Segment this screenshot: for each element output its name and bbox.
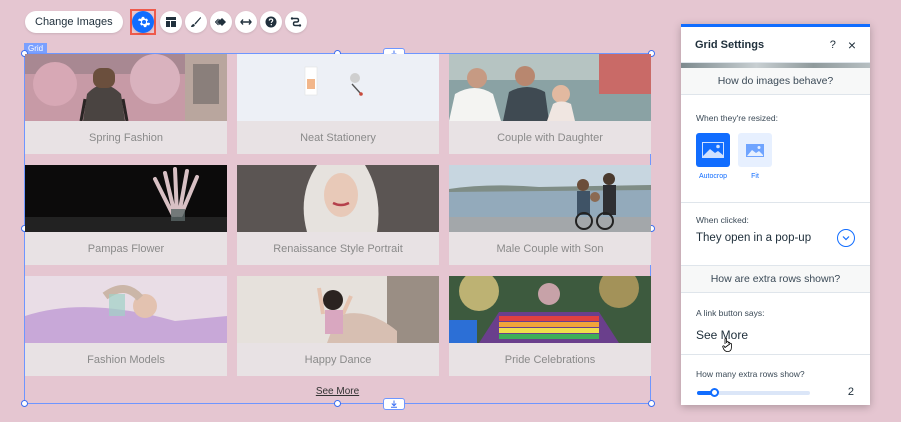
design-button[interactable] xyxy=(184,11,207,33)
grid-item-title: Pride Celebrations xyxy=(504,353,596,366)
resize-behavior-section: When they're resized: Autocrop Fit xyxy=(681,95,870,203)
grid-item-male-couple-with-son[interactable]: Male Couple with Son xyxy=(449,165,651,265)
help-icon[interactable]: ? xyxy=(830,39,836,51)
grid-item-happy-dance[interactable]: Happy Dance xyxy=(237,276,439,376)
resize-handle-bottom-middle[interactable] xyxy=(334,400,341,407)
clicked-dropdown-value: They open in a pop-up xyxy=(696,232,812,244)
grid-item-image xyxy=(449,165,651,232)
pointer-cursor-icon xyxy=(722,337,732,352)
stretch-icon xyxy=(239,19,252,25)
stretch-button[interactable] xyxy=(234,11,257,33)
grid-settings-panel: Grid Settings ? × How do images behave? … xyxy=(681,24,870,405)
link-button-section: A link button says: See More xyxy=(681,293,870,355)
fit-caption: Fit xyxy=(751,173,759,180)
bottom-drag-handle[interactable] xyxy=(383,398,405,410)
grid-item-title: Renaissance Style Portrait xyxy=(273,242,403,255)
section-header-rows: How are extra rows shown? xyxy=(681,266,870,293)
option-fit[interactable]: Fit xyxy=(738,133,772,180)
arrow-down-icon xyxy=(391,400,397,408)
grid-item-couple-with-daughter[interactable]: Couple with Daughter xyxy=(449,54,651,154)
rows-slider-handle[interactable] xyxy=(710,388,719,397)
animation-button[interactable] xyxy=(209,11,232,33)
link-label: A link button says: xyxy=(696,308,765,318)
fit-thumbnail[interactable] xyxy=(738,133,772,167)
grid-item-title: Fashion Models xyxy=(87,353,165,366)
grid-item-title: Neat Stationery xyxy=(300,131,376,144)
link-text-input[interactable]: See More xyxy=(696,328,855,342)
resize-options: Autocrop Fit xyxy=(696,133,855,180)
fit-image-icon xyxy=(746,143,764,157)
autocrop-thumbnail[interactable] xyxy=(696,133,730,167)
panel-title: Grid Settings xyxy=(695,38,765,51)
see-more-link[interactable]: See More xyxy=(24,386,651,397)
grid-item-title: Pampas Flower xyxy=(87,242,165,255)
grid-item-image xyxy=(237,54,439,121)
grid-item-image xyxy=(25,165,227,232)
grid-item-title: Spring Fashion xyxy=(89,131,163,144)
close-icon[interactable]: × xyxy=(848,37,856,53)
resize-handle-bottom-right[interactable] xyxy=(648,400,655,407)
extra-rows-section: How many extra rows show? 2 xyxy=(681,355,870,410)
grid-item-title: Male Couple with Son xyxy=(496,242,604,255)
element-toolbar: Change Images xyxy=(25,9,307,35)
section-header-images: How do images behave? xyxy=(681,68,870,95)
grid-item-spring-fashion[interactable]: Spring Fashion xyxy=(25,54,227,154)
grid-item-renaissance-style-portrait[interactable]: Renaissance Style Portrait xyxy=(237,165,439,265)
layout-button[interactable] xyxy=(159,11,182,33)
grid-item-pampas-flower[interactable]: Pampas Flower xyxy=(25,165,227,265)
grid-item-image xyxy=(25,276,227,343)
grid-item-fashion-models[interactable]: Fashion Models xyxy=(25,276,227,376)
autocrop-caption: Autocrop xyxy=(698,173,728,180)
grid-item-title: Happy Dance xyxy=(304,353,372,366)
grid-item-image xyxy=(237,165,439,232)
autocrop-image-icon xyxy=(702,142,724,158)
settings-button[interactable] xyxy=(131,11,154,33)
option-autocrop[interactable]: Autocrop xyxy=(696,133,730,180)
resize-label: When they're resized: xyxy=(696,113,778,123)
grid-item-image xyxy=(449,54,651,121)
connect-icon xyxy=(290,17,301,27)
change-images-button[interactable]: Change Images xyxy=(25,11,123,33)
connect-button[interactable] xyxy=(284,11,307,33)
help-icon xyxy=(265,16,277,28)
clicked-label: When clicked: xyxy=(696,215,749,225)
grid-item-image xyxy=(449,276,651,343)
settings-button-highlight xyxy=(129,9,156,35)
grid-item-pride-celebrations[interactable]: Pride Celebrations xyxy=(449,276,651,376)
grid-item-neat-stationery[interactable]: Neat Stationery xyxy=(237,54,439,154)
gear-icon xyxy=(137,16,150,28)
rows-value[interactable]: 2 xyxy=(848,386,854,398)
animation-icon xyxy=(214,18,226,26)
grid-item-title: Couple with Daughter xyxy=(497,131,603,144)
grid-item-image xyxy=(237,276,439,343)
resize-handle-bottom-left[interactable] xyxy=(21,400,28,407)
clicked-dropdown[interactable]: They open in a pop-up xyxy=(696,229,855,247)
rows-label: How many extra rows show? xyxy=(696,369,805,379)
help-button[interactable] xyxy=(259,11,282,33)
layout-icon xyxy=(165,17,176,27)
grid-item-image xyxy=(25,54,227,121)
panel-header: Grid Settings ? × xyxy=(681,27,870,63)
design-brush-icon xyxy=(190,17,201,28)
rows-slider[interactable] xyxy=(697,388,810,397)
click-behavior-section: When clicked: They open in a pop-up xyxy=(681,203,870,266)
chevron-down-icon[interactable] xyxy=(837,229,855,247)
